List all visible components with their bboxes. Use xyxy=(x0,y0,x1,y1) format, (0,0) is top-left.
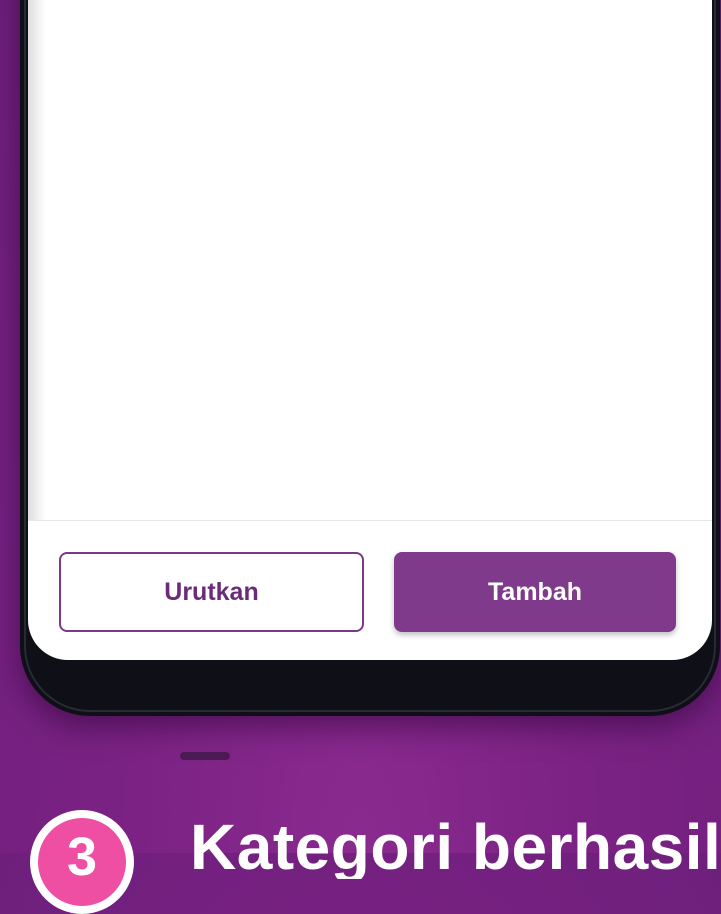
bottom-bar-divider xyxy=(28,520,712,521)
app-screen: Urutkan Tambah xyxy=(28,0,712,660)
step-caption: Kategori berhasil xyxy=(190,815,721,879)
sort-button[interactable]: Urutkan xyxy=(59,552,364,632)
screen-edge-shadow xyxy=(28,0,46,520)
phone-bottom-notch xyxy=(180,752,230,760)
step-number: 3 xyxy=(38,818,126,906)
step-number-badge: 3 xyxy=(30,810,134,914)
phone-frame: Urutkan Tambah xyxy=(20,0,720,716)
add-button[interactable]: Tambah xyxy=(394,552,676,632)
